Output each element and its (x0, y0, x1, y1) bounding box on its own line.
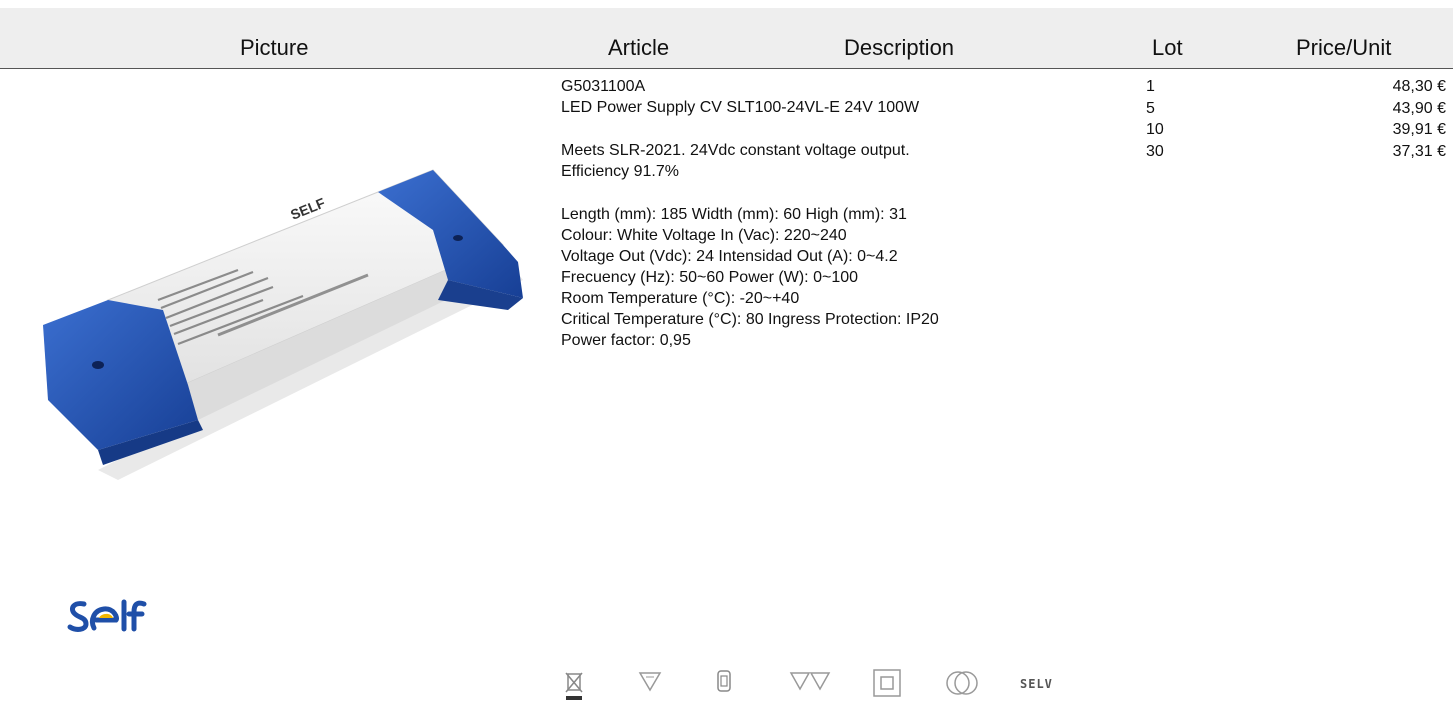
price-row: 30 37,31 € (1146, 141, 1446, 163)
header-lot: Lot (1152, 35, 1183, 60)
price-row: 1 48,30 € (1146, 76, 1446, 98)
spec-voltage-out: Voltage Out (Vdc): 24 Intensidad Out (A)… (561, 248, 898, 265)
weee-bin-icon (565, 672, 583, 700)
unit-price: 48,30 € (1392, 78, 1446, 95)
dual-triangle-icon (789, 672, 831, 691)
header-picture: Picture (240, 35, 309, 60)
unit-price: 37,31 € (1392, 142, 1446, 160)
product-summary-line2: Efficiency 91.7% (561, 163, 679, 180)
product-code: G5031100A (561, 78, 646, 95)
product-name: LED Power Supply CV SLT100-24VL-E 24V 10… (561, 99, 920, 116)
transformer-icon (946, 671, 978, 695)
header-description: Description (844, 35, 955, 60)
spec-power-factor: Power factor: 0,95 (561, 332, 691, 349)
selv-label: SELV (1020, 677, 1053, 691)
lot-quantity: 30 (1146, 142, 1164, 160)
double-insulation-icon (873, 669, 901, 697)
fuse-icon (717, 670, 731, 692)
spec-frequency-power: Frecuency (Hz): 50~60 Power (W): 0~100 (561, 269, 859, 286)
header-price-unit: Price/Unit (1296, 35, 1392, 60)
spec-critical-temperature: Critical Temperature (°C): 80 Ingress Pr… (561, 311, 939, 328)
temp-triangle-icon (638, 672, 662, 692)
price-row: 5 43,90 € (1146, 98, 1446, 120)
spec-dimensions: Length (mm): 185 Width (mm): 60 High (mm… (561, 206, 907, 223)
product-summary-line1: Meets SLR-2021. 24Vdc constant voltage o… (561, 142, 910, 159)
lot-quantity: 5 (1146, 99, 1155, 117)
article-description: G5031100A LED Power Supply CV SLT100-24V… (561, 76, 939, 351)
unit-price: 39,91 € (1392, 121, 1446, 138)
header-article: Article (608, 35, 670, 60)
spec-colour-voltage-in: Colour: White Voltage In (Vac): 220~240 (561, 227, 847, 244)
unit-price: 43,90 € (1392, 99, 1446, 117)
lot-quantity: 1 (1146, 78, 1155, 95)
price-table: 1 48,30 € 5 43,90 € 10 39,91 € 30 37,31 … (1146, 76, 1446, 162)
table-header: Picture Article Description Lot Price/Un… (0, 8, 1453, 69)
brand-logo (67, 599, 147, 632)
spec-room-temperature: Room Temperature (°C): -20~+40 (561, 290, 800, 307)
product-image: SELF (43, 169, 523, 480)
price-row: 10 39,91 € (1146, 119, 1446, 141)
lot-quantity: 10 (1146, 121, 1164, 138)
